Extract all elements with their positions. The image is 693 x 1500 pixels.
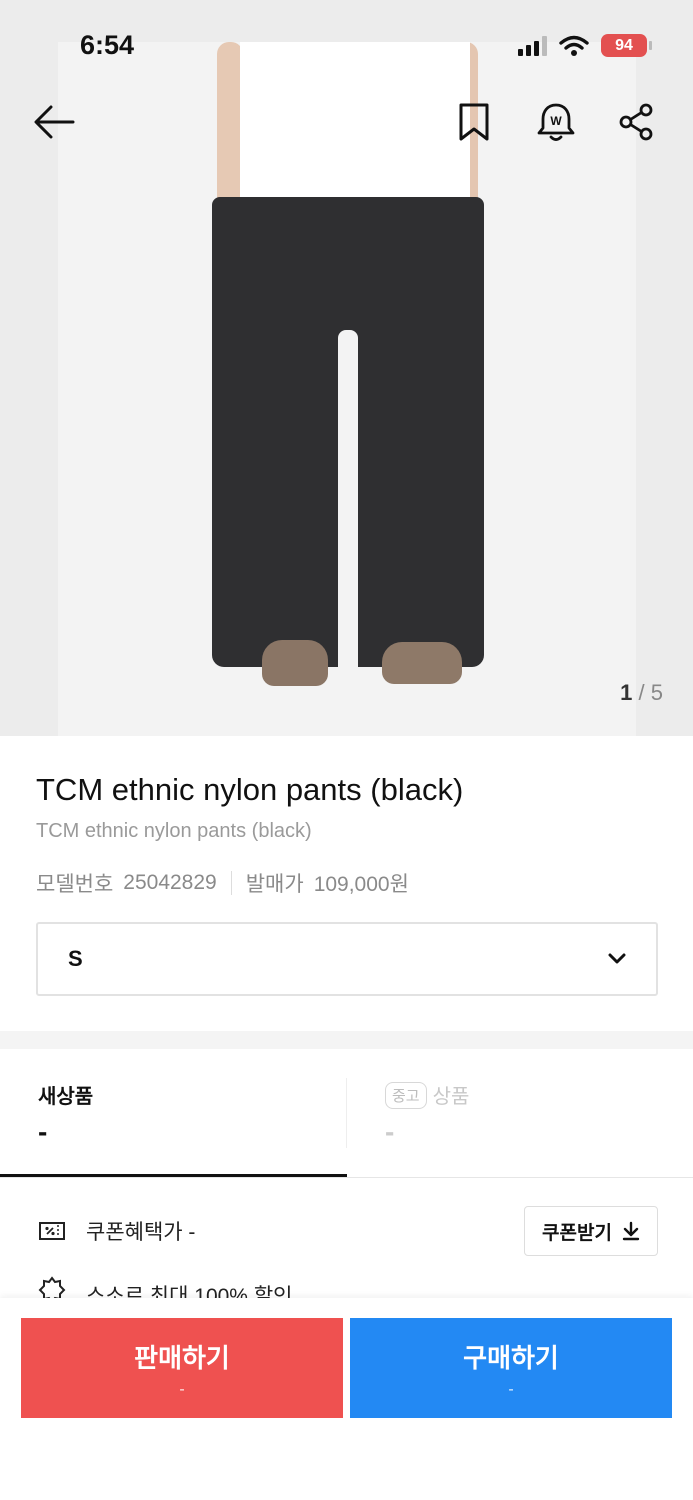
- size-select[interactable]: S: [36, 922, 658, 996]
- battery-icon: 94: [601, 34, 652, 57]
- bottom-action-bar: 판매하기 - 구매하기 -: [0, 1298, 693, 1500]
- product-subtitle: TCM ethnic nylon pants (black): [36, 820, 312, 842]
- status-time: 6:54: [80, 30, 135, 60]
- model-number-value: 25042829: [123, 871, 217, 894]
- share-icon: [619, 103, 653, 141]
- tab-used-label-wrap: 중고 상품: [385, 1080, 469, 1109]
- release-price-label: 발매가: [245, 873, 304, 896]
- promo-text: 스소르 최대 100% 할인: [86, 1285, 293, 1298]
- section-divider: [0, 1031, 693, 1049]
- get-coupon-label: 쿠폰받기: [542, 1222, 612, 1244]
- tab-used-product[interactable]: 중고 상품 -: [347, 1050, 693, 1178]
- tab-used-label: 상품: [432, 1086, 470, 1108]
- model-shirt: [240, 42, 470, 207]
- model-number-label: 모델번호: [36, 873, 114, 896]
- coupon-icon: [39, 1222, 65, 1240]
- tabs-bottom-border: [0, 1177, 693, 1178]
- download-icon: [622, 1221, 640, 1241]
- tab-new-price: -: [38, 1116, 48, 1147]
- alarm-bell-icon: W: [537, 103, 575, 141]
- bookmark-button[interactable]: [452, 100, 496, 144]
- model-shoe-left: [262, 640, 328, 686]
- meta-divider: [230, 871, 232, 895]
- pants-leg-gap: [338, 330, 358, 667]
- svg-text:W: W: [550, 114, 562, 128]
- wifi-icon: [559, 35, 589, 56]
- discount-badge-icon: [38, 1276, 66, 1298]
- coupon-price-label: 쿠폰혜택가 -: [86, 1221, 196, 1244]
- get-coupon-button[interactable]: 쿠폰받기: [524, 1206, 658, 1256]
- image-counter: 1 / 5: [620, 680, 663, 706]
- tab-new-label: 새상품: [38, 1086, 94, 1108]
- image-counter-separator: /: [638, 680, 645, 705]
- image-counter-current: 1: [620, 680, 633, 705]
- battery-level: 94: [615, 37, 633, 54]
- coupon-row: 쿠폰혜택가 - 쿠폰받기: [38, 1206, 658, 1256]
- tab-used-price: -: [385, 1116, 395, 1147]
- buy-button-label: 구매하기: [463, 1342, 559, 1373]
- chevron-down-icon: [608, 953, 626, 964]
- bookmark-icon: [459, 103, 489, 141]
- buy-button[interactable]: 구매하기 -: [350, 1318, 672, 1418]
- buy-button-price: -: [508, 1380, 514, 1398]
- model-shoe-right: [382, 642, 462, 684]
- sell-button-price: -: [179, 1380, 185, 1398]
- size-select-value: S: [68, 946, 83, 971]
- sell-button-label: 판매하기: [134, 1342, 230, 1373]
- back-arrow-icon: [34, 105, 75, 139]
- promo-row[interactable]: 스소르 최대 100% 할인: [38, 1276, 658, 1298]
- share-button[interactable]: [614, 100, 658, 144]
- tab-new-product[interactable]: 새상품 -: [0, 1050, 346, 1178]
- product-image[interactable]: 1 / 5: [0, 0, 693, 736]
- status-indicators: 94: [518, 34, 652, 57]
- tab-divider: [346, 1078, 347, 1148]
- product-title: TCM ethnic nylon pants (black): [36, 772, 464, 807]
- image-counter-total: 5: [650, 680, 663, 705]
- signal-icon: [518, 35, 547, 56]
- product-meta: 모델번호 25042829 발매가 109,000원: [36, 868, 409, 898]
- release-price-value: 109,000원: [313, 873, 409, 896]
- price-alert-button[interactable]: W: [534, 100, 578, 144]
- sell-button[interactable]: 판매하기 -: [21, 1318, 343, 1418]
- back-button[interactable]: [32, 100, 76, 144]
- badge-icon: 중고: [385, 1082, 427, 1109]
